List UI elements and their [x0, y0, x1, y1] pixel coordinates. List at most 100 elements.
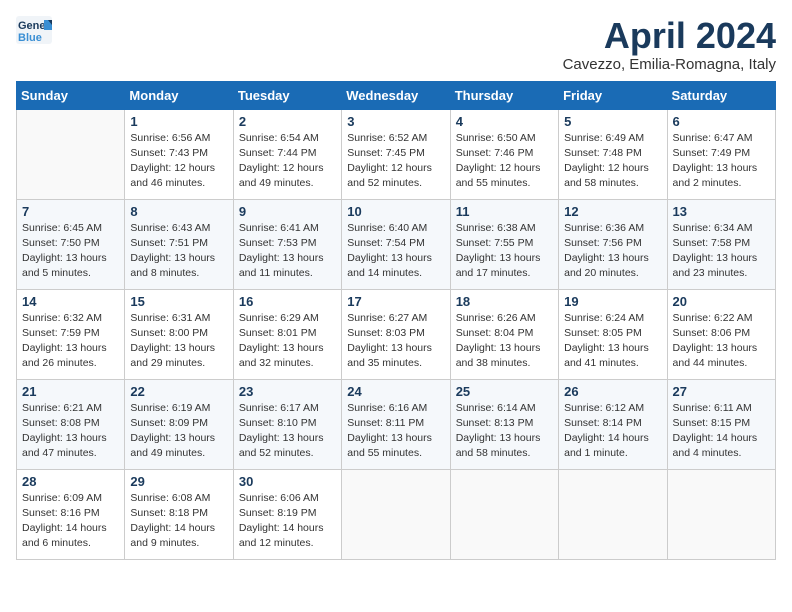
calendar-table: SundayMondayTuesdayWednesdayThursdayFrid… [16, 81, 776, 560]
cell-info: Sunrise: 6:27 AMSunset: 8:03 PMDaylight:… [347, 311, 444, 372]
calendar-week-2: 7Sunrise: 6:45 AMSunset: 7:50 PMDaylight… [17, 199, 776, 289]
cell-info: Sunrise: 6:34 AMSunset: 7:58 PMDaylight:… [673, 221, 770, 282]
cell-info: Sunrise: 6:08 AMSunset: 8:18 PMDaylight:… [130, 491, 227, 552]
day-number: 4 [456, 114, 553, 129]
calendar-cell: 1 Sunrise: 6:56 AMSunset: 7:43 PMDaylight… [125, 109, 233, 199]
col-header-friday: Friday [559, 81, 667, 109]
day-number: 16 [239, 294, 336, 309]
calendar-cell: 17 Sunrise: 6:27 AMSunset: 8:03 PMDayligh… [342, 289, 450, 379]
cell-info: Sunrise: 6:43 AMSunset: 7:51 PMDaylight:… [130, 221, 227, 282]
calendar-week-3: 14 Sunrise: 6:32 AMSunset: 7:59 PMDayligh… [17, 289, 776, 379]
col-header-wednesday: Wednesday [342, 81, 450, 109]
calendar-cell: 25Sunrise: 6:14 AMSunset: 8:13 PMDayligh… [450, 379, 558, 469]
page-header: General Blue April 2024 Cavezzo, Emilia-… [16, 16, 776, 73]
location: Cavezzo, Emilia-Romagna, Italy [563, 56, 776, 73]
calendar-cell: 11 Sunrise: 6:38 AMSunset: 7:55 PMDayligh… [450, 199, 558, 289]
day-number: 2 [239, 114, 336, 129]
day-number: 1 [130, 114, 227, 129]
calendar-cell [342, 469, 450, 559]
calendar-cell: 30 Sunrise: 6:06 AMSunset: 8:19 PMDayligh… [233, 469, 341, 559]
calendar-cell: 28 Sunrise: 6:09 AMSunset: 8:16 PMDayligh… [17, 469, 125, 559]
calendar-cell: 24 Sunrise: 6:16 AMSunset: 8:11 PMDayligh… [342, 379, 450, 469]
cell-info: Sunrise: 6:22 AMSunset: 8:06 PMDaylight:… [673, 311, 770, 372]
day-number: 18 [456, 294, 553, 309]
cell-info: Sunrise: 6:54 AMSunset: 7:44 PMDaylight:… [239, 131, 336, 192]
calendar-cell: 9Sunrise: 6:41 AMSunset: 7:53 PMDaylight… [233, 199, 341, 289]
day-number: 8 [130, 204, 227, 219]
cell-info: Sunrise: 6:17 AMSunset: 8:10 PMDaylight:… [239, 401, 336, 462]
calendar-cell [450, 469, 558, 559]
cell-info: Sunrise: 6:47 AMSunset: 7:49 PMDaylight:… [673, 131, 770, 192]
day-number: 27 [673, 384, 770, 399]
day-number: 17 [347, 294, 444, 309]
calendar-cell: 6 Sunrise: 6:47 AMSunset: 7:49 PMDaylight… [667, 109, 775, 199]
title-block: April 2024 Cavezzo, Emilia-Romagna, Ital… [563, 16, 776, 73]
col-header-sunday: Sunday [17, 81, 125, 109]
cell-info: Sunrise: 6:40 AMSunset: 7:54 PMDaylight:… [347, 221, 444, 282]
calendar-header: SundayMondayTuesdayWednesdayThursdayFrid… [17, 81, 776, 109]
cell-info: Sunrise: 6:32 AMSunset: 7:59 PMDaylight:… [22, 311, 119, 372]
calendar-cell: 18 Sunrise: 6:26 AMSunset: 8:04 PMDayligh… [450, 289, 558, 379]
cell-info: Sunrise: 6:31 AMSunset: 8:00 PMDaylight:… [130, 311, 227, 372]
calendar-week-5: 28 Sunrise: 6:09 AMSunset: 8:16 PMDayligh… [17, 469, 776, 559]
calendar-week-1: 1 Sunrise: 6:56 AMSunset: 7:43 PMDaylight… [17, 109, 776, 199]
cell-info: Sunrise: 6:36 AMSunset: 7:56 PMDaylight:… [564, 221, 661, 282]
day-number: 10 [347, 204, 444, 219]
day-number: 24 [347, 384, 444, 399]
cell-info: Sunrise: 6:29 AMSunset: 8:01 PMDaylight:… [239, 311, 336, 372]
cell-info: Sunrise: 6:12 AMSunset: 8:14 PMDaylight:… [564, 401, 661, 462]
col-header-thursday: Thursday [450, 81, 558, 109]
day-number: 11 [456, 204, 553, 219]
day-number: 20 [673, 294, 770, 309]
day-number: 26 [564, 384, 661, 399]
calendar-cell [667, 469, 775, 559]
col-header-monday: Monday [125, 81, 233, 109]
cell-info: Sunrise: 6:26 AMSunset: 8:04 PMDaylight:… [456, 311, 553, 372]
cell-info: Sunrise: 6:06 AMSunset: 8:19 PMDaylight:… [239, 491, 336, 552]
calendar-cell: 5 Sunrise: 6:49 AMSunset: 7:48 PMDaylight… [559, 109, 667, 199]
cell-info: Sunrise: 6:38 AMSunset: 7:55 PMDaylight:… [456, 221, 553, 282]
day-number: 3 [347, 114, 444, 129]
logo: General Blue [16, 16, 52, 44]
day-number: 5 [564, 114, 661, 129]
calendar-cell: 13Sunrise: 6:34 AMSunset: 7:58 PMDayligh… [667, 199, 775, 289]
calendar-cell: 10 Sunrise: 6:40 AMSunset: 7:54 PMDayligh… [342, 199, 450, 289]
calendar-cell: 27Sunrise: 6:11 AMSunset: 8:15 PMDayligh… [667, 379, 775, 469]
calendar-cell: 29 Sunrise: 6:08 AMSunset: 8:18 PMDayligh… [125, 469, 233, 559]
day-number: 15 [130, 294, 227, 309]
cell-info: Sunrise: 6:41 AMSunset: 7:53 PMDaylight:… [239, 221, 336, 282]
calendar-cell: 14 Sunrise: 6:32 AMSunset: 7:59 PMDayligh… [17, 289, 125, 379]
cell-info: Sunrise: 6:14 AMSunset: 8:13 PMDaylight:… [456, 401, 553, 462]
calendar-cell: 7Sunrise: 6:45 AMSunset: 7:50 PMDaylight… [17, 199, 125, 289]
cell-info: Sunrise: 6:56 AMSunset: 7:43 PMDaylight:… [130, 131, 227, 192]
cell-info: Sunrise: 6:49 AMSunset: 7:48 PMDaylight:… [564, 131, 661, 192]
logo-icon: General Blue [16, 16, 52, 44]
calendar-cell: 16 Sunrise: 6:29 AMSunset: 8:01 PMDayligh… [233, 289, 341, 379]
calendar-cell [559, 469, 667, 559]
day-number: 29 [130, 474, 227, 489]
cell-info: Sunrise: 6:45 AMSunset: 7:50 PMDaylight:… [22, 221, 119, 282]
col-header-saturday: Saturday [667, 81, 775, 109]
day-number: 30 [239, 474, 336, 489]
calendar-cell: 3 Sunrise: 6:52 AMSunset: 7:45 PMDaylight… [342, 109, 450, 199]
cell-info: Sunrise: 6:52 AMSunset: 7:45 PMDaylight:… [347, 131, 444, 192]
col-header-tuesday: Tuesday [233, 81, 341, 109]
cell-info: Sunrise: 6:16 AMSunset: 8:11 PMDaylight:… [347, 401, 444, 462]
calendar-cell: 4 Sunrise: 6:50 AMSunset: 7:46 PMDaylight… [450, 109, 558, 199]
cell-info: Sunrise: 6:19 AMSunset: 8:09 PMDaylight:… [130, 401, 227, 462]
svg-text:Blue: Blue [18, 32, 42, 44]
day-number: 21 [22, 384, 119, 399]
day-number: 28 [22, 474, 119, 489]
cell-info: Sunrise: 6:50 AMSunset: 7:46 PMDaylight:… [456, 131, 553, 192]
calendar-cell: 21Sunrise: 6:21 AMSunset: 8:08 PMDayligh… [17, 379, 125, 469]
calendar-cell: 26 Sunrise: 6:12 AMSunset: 8:14 PMDayligh… [559, 379, 667, 469]
day-number: 23 [239, 384, 336, 399]
month-title: April 2024 [563, 16, 776, 56]
day-number: 6 [673, 114, 770, 129]
day-number: 22 [130, 384, 227, 399]
calendar-cell: 19Sunrise: 6:24 AMSunset: 8:05 PMDayligh… [559, 289, 667, 379]
day-number: 14 [22, 294, 119, 309]
calendar-cell: 22 Sunrise: 6:19 AMSunset: 8:09 PMDayligh… [125, 379, 233, 469]
cell-info: Sunrise: 6:24 AMSunset: 8:05 PMDaylight:… [564, 311, 661, 372]
cell-info: Sunrise: 6:09 AMSunset: 8:16 PMDaylight:… [22, 491, 119, 552]
